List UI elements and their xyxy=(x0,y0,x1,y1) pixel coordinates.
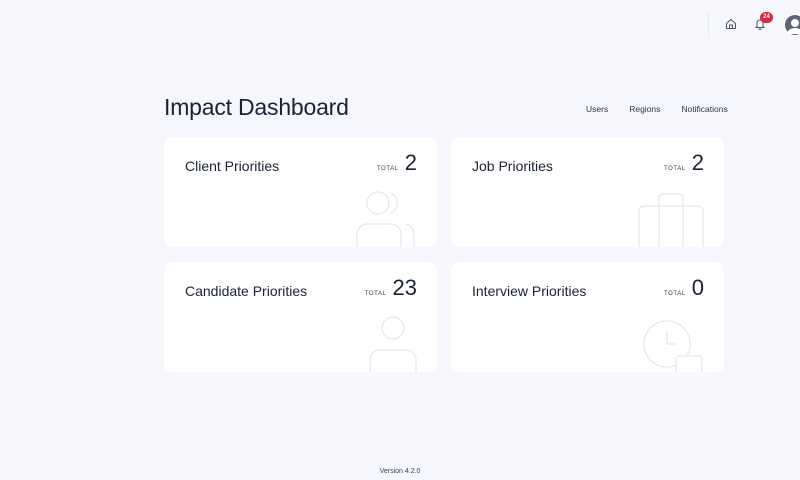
card-total: TOTAL 23 xyxy=(365,277,417,299)
nav-link-notifications[interactable]: Notifications xyxy=(681,104,727,114)
candidate-priorities-card[interactable]: Candidate Priorities TOTAL 23 xyxy=(164,262,437,372)
home-icon xyxy=(726,19,736,29)
card-total: TOTAL 2 xyxy=(664,152,704,174)
clock-calendar-icon xyxy=(643,320,703,372)
card-title: Client Priorities xyxy=(185,158,280,174)
users-group-icon xyxy=(356,191,415,247)
version-label: Version 4.2.0 xyxy=(379,468,421,475)
user-icon xyxy=(369,316,417,372)
total-label: TOTAL xyxy=(663,166,686,172)
briefcase-icon xyxy=(638,193,704,247)
top-bar-divider xyxy=(708,12,709,38)
card-title: Job Priorities xyxy=(472,158,553,174)
home-button[interactable] xyxy=(721,14,741,34)
nav-link-regions[interactable]: Regions xyxy=(629,104,660,114)
card-total: TOTAL 0 xyxy=(664,277,704,299)
job-priorities-card[interactable]: Job Priorities TOTAL 2 xyxy=(451,137,724,247)
card-title: Interview Priorities xyxy=(472,283,587,299)
user-avatar-icon xyxy=(784,14,800,36)
total-value: 23 xyxy=(392,275,417,300)
notifications-button[interactable]: 24 xyxy=(750,12,773,34)
total-value: 0 xyxy=(691,275,704,300)
notification-count-badge: 24 xyxy=(760,12,773,23)
top-bar: 24 xyxy=(0,0,800,48)
total-value: 2 xyxy=(404,150,417,175)
page-title: Impact Dashboard xyxy=(164,94,349,120)
card-total: TOTAL 2 xyxy=(377,152,417,174)
client-priorities-card[interactable]: Client Priorities TOTAL 2 xyxy=(164,137,437,247)
card-title: Candidate Priorities xyxy=(185,283,308,299)
nav-link-users[interactable]: Users xyxy=(586,104,608,114)
total-value: 2 xyxy=(691,150,704,175)
page-nav: Users Regions Notifications xyxy=(586,104,728,114)
interview-priorities-card[interactable]: Interview Priorities TOTAL 0 xyxy=(451,262,724,372)
user-avatar[interactable] xyxy=(784,14,800,36)
total-label: TOTAL xyxy=(364,291,387,297)
total-label: TOTAL xyxy=(376,166,399,172)
total-label: TOTAL xyxy=(663,291,686,297)
